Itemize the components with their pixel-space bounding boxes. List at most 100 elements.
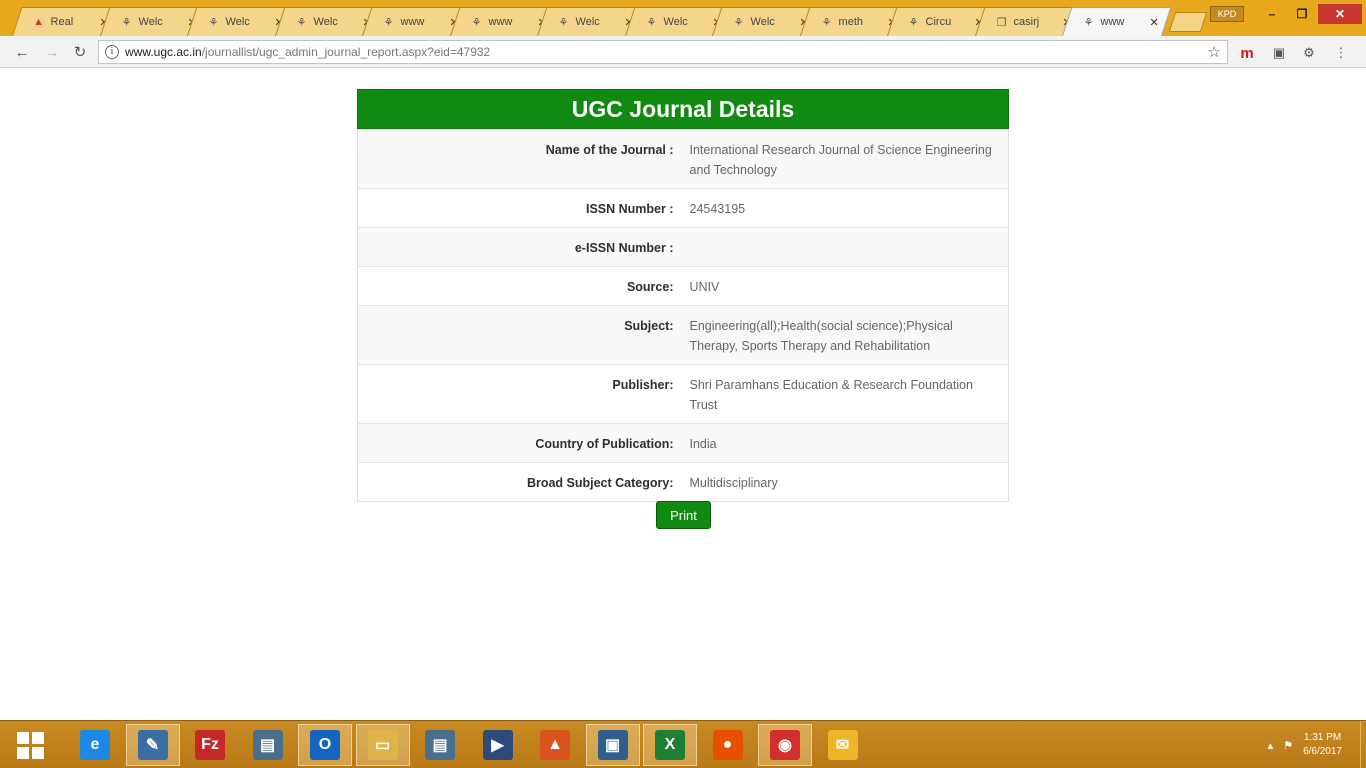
notepad-app-icon: ✎	[137, 730, 168, 760]
table-row: Name of the Journal : International Resea…	[357, 129, 1009, 189]
ugc-emblem-icon: ⚘	[646, 16, 656, 29]
table-row: Publisher: Shri Paramhans Education & Res…	[357, 364, 1009, 424]
field-value: International Research Journal of Scienc…	[681, 129, 1009, 189]
taskbar-app[interactable]: ✎	[125, 724, 180, 766]
tab-title: Welc	[138, 16, 163, 28]
reload-icon: ↻	[73, 44, 87, 61]
table-row: Source: UNIV	[357, 266, 1009, 306]
tab-close-icon[interactable]: ✕	[1150, 16, 1160, 29]
ugc-emblem-icon: ⚘	[908, 16, 919, 29]
ugc-emblem-icon: ⚘	[1083, 16, 1094, 29]
minimize-button[interactable]: –	[1258, 4, 1286, 24]
chrome-menu-icon[interactable]: ⋮	[1332, 44, 1350, 62]
taskbar-app[interactable]: ▲	[528, 724, 582, 766]
field-label: Publisher:	[357, 364, 682, 424]
field-label: Subject:	[357, 305, 682, 365]
tab-title: casirj	[1013, 16, 1039, 28]
clock[interactable]: 1:31 PM 6/6/2017	[1303, 731, 1342, 759]
address-bar[interactable]: i www.ugc.ac.in/journallist/ugc_admin_jo…	[98, 40, 1228, 64]
field-value: India	[681, 423, 1009, 463]
tab-title: Welc	[750, 16, 775, 28]
media-player-icon: ▶	[482, 730, 513, 760]
field-value: Shri Paramhans Education & Research Foun…	[681, 364, 1009, 424]
firefox-icon: ●	[712, 730, 743, 760]
field-label: Broad Subject Category:	[357, 462, 682, 502]
ugc-emblem-icon: ⚘	[383, 16, 394, 29]
table-row: e-ISSN Number :	[357, 227, 1009, 267]
taskbar-app[interactable]: ✉	[816, 724, 870, 766]
ugc-emblem-icon: ⚘	[733, 16, 744, 29]
tab-title: Welc	[575, 16, 600, 28]
reload-button[interactable]: ↻	[70, 42, 90, 62]
taskbar-app[interactable]: Fz	[183, 724, 237, 766]
window-app-icon: ▤	[252, 730, 283, 760]
bookmark-star-icon[interactable]: ☆	[1208, 43, 1221, 61]
back-button[interactable]: ←	[12, 42, 32, 62]
windows-logo-icon	[16, 731, 29, 744]
print-button[interactable]: Print	[656, 501, 711, 529]
site-info-icon[interactable]: i	[105, 45, 119, 59]
field-label: Source:	[357, 266, 682, 306]
forward-button[interactable]: →	[42, 42, 62, 62]
field-value	[681, 227, 1009, 267]
field-value: 24543195	[681, 188, 1009, 228]
sticky-app-icon: ✉	[827, 730, 858, 760]
window-controls: KPD – ❐ ✕	[1210, 4, 1362, 24]
table-row: ISSN Number :24543195	[357, 188, 1009, 228]
action-center-flag-icon[interactable]: ⚑	[1283, 739, 1293, 752]
tab-title: Welc	[225, 16, 250, 28]
tab-title: Welc	[313, 16, 338, 28]
restore-button[interactable]: ❐	[1288, 4, 1316, 24]
taskbar-app[interactable]: ▣	[585, 724, 640, 766]
clock-time: 1:31 PM	[1303, 732, 1342, 743]
internet-explorer-icon: e	[80, 730, 110, 760]
chrome-icon: ◉	[770, 730, 800, 760]
extension-puzzle-icon[interactable]: ⚙	[1300, 44, 1318, 62]
browser-toolbar: ← → ↻ i www.ugc.ac.in/journallist/ugc_ad…	[0, 36, 1366, 68]
pdf-icon: ▲	[33, 16, 44, 28]
tab-strip: ▲Real✕⚘Welc✕⚘Welc✕⚘Welc✕⚘www✕⚘www✕⚘Welc✕…	[0, 0, 1366, 36]
taskbar-app[interactable]: ◉	[758, 724, 812, 766]
taskbar-app[interactable]: ●	[701, 724, 755, 766]
taskbar-app[interactable]: ▤	[241, 724, 295, 766]
close-window-button[interactable]: ✕	[1318, 4, 1362, 24]
matlab-icon: ▲	[540, 730, 570, 760]
profile-button[interactable]: KPD	[1210, 6, 1244, 22]
table-row: Country of Publication: India	[357, 423, 1009, 463]
taskbar-app[interactable]: ▭	[355, 724, 410, 766]
journal-details-table: Name of the Journal : International Resea…	[357, 129, 1009, 502]
clock-date: 6/6/2017	[1303, 746, 1342, 757]
field-value: Engineering(all);Health(social science);…	[681, 305, 1009, 365]
tab-title: Circu	[925, 16, 952, 28]
ugc-emblem-icon: ⚘	[296, 16, 306, 29]
extension-m-icon[interactable]: m	[1238, 44, 1256, 62]
tab-title: Real	[50, 16, 74, 28]
ugc-emblem-icon: ⚘	[471, 16, 481, 29]
ugc-emblem-icon: ⚘	[821, 16, 831, 29]
taskbar-app[interactable]: X	[643, 724, 697, 766]
new-tab-button[interactable]	[1168, 12, 1208, 32]
url-path: /journallist/ugc_admin_journal_report.as…	[201, 45, 491, 59]
system-tray: ▴ ⚑ 1:31 PM 6/6/2017	[1268, 729, 1342, 761]
taskbar-app[interactable]: ▶	[471, 724, 525, 766]
page-title: UGC Journal Details	[357, 89, 1009, 129]
window-app-2-icon: ▤	[425, 730, 455, 760]
browser-tab[interactable]: ⚘ www ✕	[1062, 7, 1172, 36]
tab-title: Welc	[663, 16, 688, 28]
taskbar-app[interactable]: O	[298, 724, 352, 766]
field-label: Name of the Journal :	[357, 129, 682, 189]
field-value: UNIV	[681, 266, 1009, 306]
field-value: Multidisciplinary	[681, 462, 1009, 502]
taskbar-app[interactable]: ▤	[413, 724, 467, 766]
tab-title: www	[1100, 16, 1125, 28]
document-icon: ❐	[996, 16, 1006, 29]
windows-start-button[interactable]	[14, 730, 46, 760]
extension-bag-icon[interactable]: ▣	[1270, 44, 1288, 62]
taskbar-app[interactable]: e	[68, 724, 122, 766]
ugc-emblem-icon: ⚘	[558, 16, 569, 29]
show-desktop-button[interactable]	[1360, 721, 1366, 768]
forward-arrow-icon: →	[44, 43, 60, 61]
windows-taskbar: e ✎ Fz ▤ O ▭ ▤ ▶ ▲ ▣ X ● ◉ ✉ ▴ ⚑ 1:31 PM 6/6/2017	[0, 720, 1366, 768]
journal-details-panel: UGC Journal Details Name of the Journal …	[357, 89, 1009, 502]
tray-expand-icon[interactable]: ▴	[1268, 739, 1274, 752]
